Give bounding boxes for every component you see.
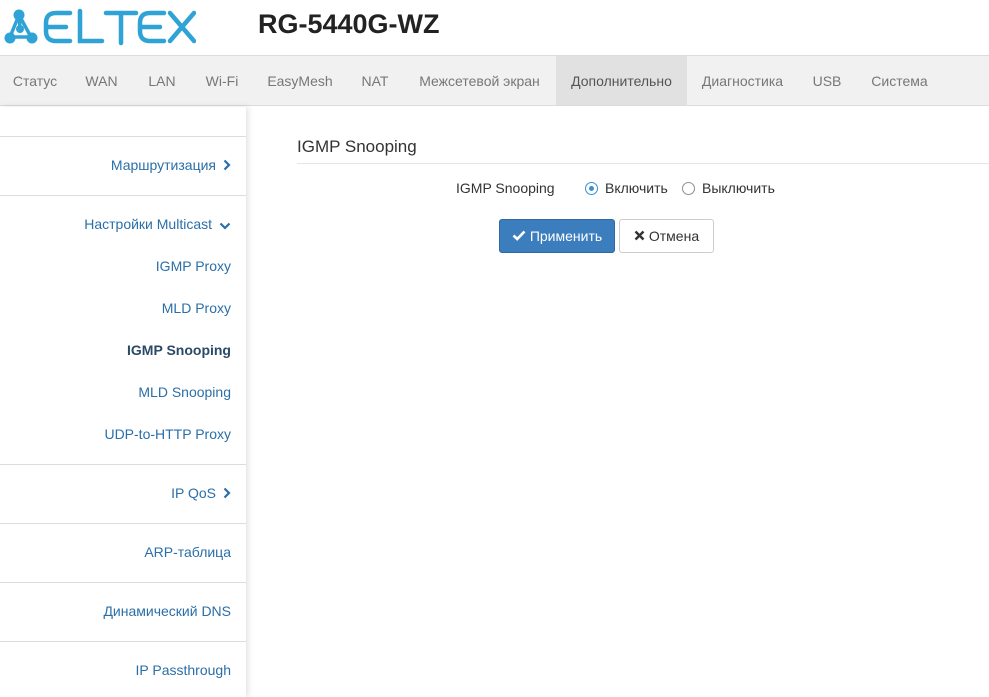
header: RG-5440G-WZ [0, 0, 989, 55]
nav-usb[interactable]: USB [798, 56, 856, 105]
eltex-logo[interactable] [4, 5, 196, 47]
cancel-button[interactable]: Отмена [619, 219, 714, 253]
nav-advanced[interactable]: Дополнительно [556, 56, 687, 105]
nav-status[interactable]: Статус [0, 56, 70, 105]
sidebar-divider [0, 523, 246, 524]
page-title: IGMP Snooping [297, 137, 417, 156]
sidebar-item-mld-snooping[interactable]: MLD Snooping [138, 383, 231, 401]
sidebar-item-igmp-snooping[interactable]: IGMP Snooping [127, 341, 231, 359]
sidebar-item-ip-passthrough[interactable]: IP Passthrough [136, 661, 231, 679]
sidebar-divider [0, 464, 246, 465]
sidebar-item-dynamic-dns[interactable]: Динамический DNS [103, 602, 231, 620]
sidebar-item-label: Маршрутизация [110, 157, 216, 173]
sidebar-item-udp-to-http-proxy[interactable]: UDP-to-HTTP Proxy [104, 425, 231, 443]
radio-enable[interactable] [585, 181, 598, 195]
sidebar: Маршрутизация Настройки Multicast IGMP P… [0, 107, 246, 697]
radio-enable-option[interactable]: Включить [585, 179, 668, 197]
check-icon [512, 228, 526, 244]
sidebar-item-igmp-proxy[interactable]: IGMP Proxy [156, 257, 231, 275]
chevron-down-icon [219, 216, 231, 234]
nav-system[interactable]: Система [856, 56, 943, 105]
nav-diagnostics[interactable]: Диагностика [687, 56, 798, 105]
sidebar-item-mld-proxy[interactable]: MLD Proxy [162, 299, 231, 317]
nav-wifi[interactable]: Wi-Fi [191, 56, 253, 105]
sidebar-divider [0, 136, 246, 137]
sidebar-item-routing[interactable]: Маршрутизация [111, 156, 231, 175]
device-model: RG-5440G-WZ [258, 9, 440, 39]
top-navigation: Статус WAN LAN Wi-Fi EasyMesh NAT Межсет… [0, 55, 989, 106]
chevron-right-icon [223, 157, 231, 175]
sidebar-item-label: IP QoS [171, 485, 216, 501]
apply-button[interactable]: Применить [499, 219, 615, 253]
sidebar-item-label: Настройки Multicast [84, 216, 212, 232]
nav-easymesh[interactable]: EasyMesh [253, 56, 347, 105]
sidebar-divider [0, 195, 246, 196]
nav-wan[interactable]: WAN [70, 56, 133, 105]
nav-firewall[interactable]: Межсетевой экран [403, 56, 556, 105]
chevron-right-icon [223, 485, 231, 503]
sidebar-item-multicast-settings[interactable]: Настройки Multicast [84, 215, 231, 234]
sidebar-divider [0, 641, 246, 642]
radio-enable-label[interactable]: Включить [605, 180, 668, 196]
apply-button-label: Применить [529, 228, 603, 244]
igmp-snooping-field-label: IGMP Snooping [456, 180, 555, 196]
radio-disable[interactable] [682, 181, 695, 195]
title-divider [297, 163, 989, 164]
nav-lan[interactable]: LAN [133, 56, 191, 105]
cancel-button-label: Отмена [648, 228, 700, 244]
sidebar-item-arp-table[interactable]: ARP-таблица [144, 543, 231, 561]
radio-disable-label[interactable]: Выключить [702, 180, 775, 196]
sidebar-divider [0, 582, 246, 583]
sidebar-item-ip-qos[interactable]: IP QoS [171, 484, 231, 503]
nav-nat[interactable]: NAT [347, 56, 403, 105]
close-icon [634, 228, 645, 244]
radio-disable-option[interactable]: Выключить [682, 179, 775, 197]
